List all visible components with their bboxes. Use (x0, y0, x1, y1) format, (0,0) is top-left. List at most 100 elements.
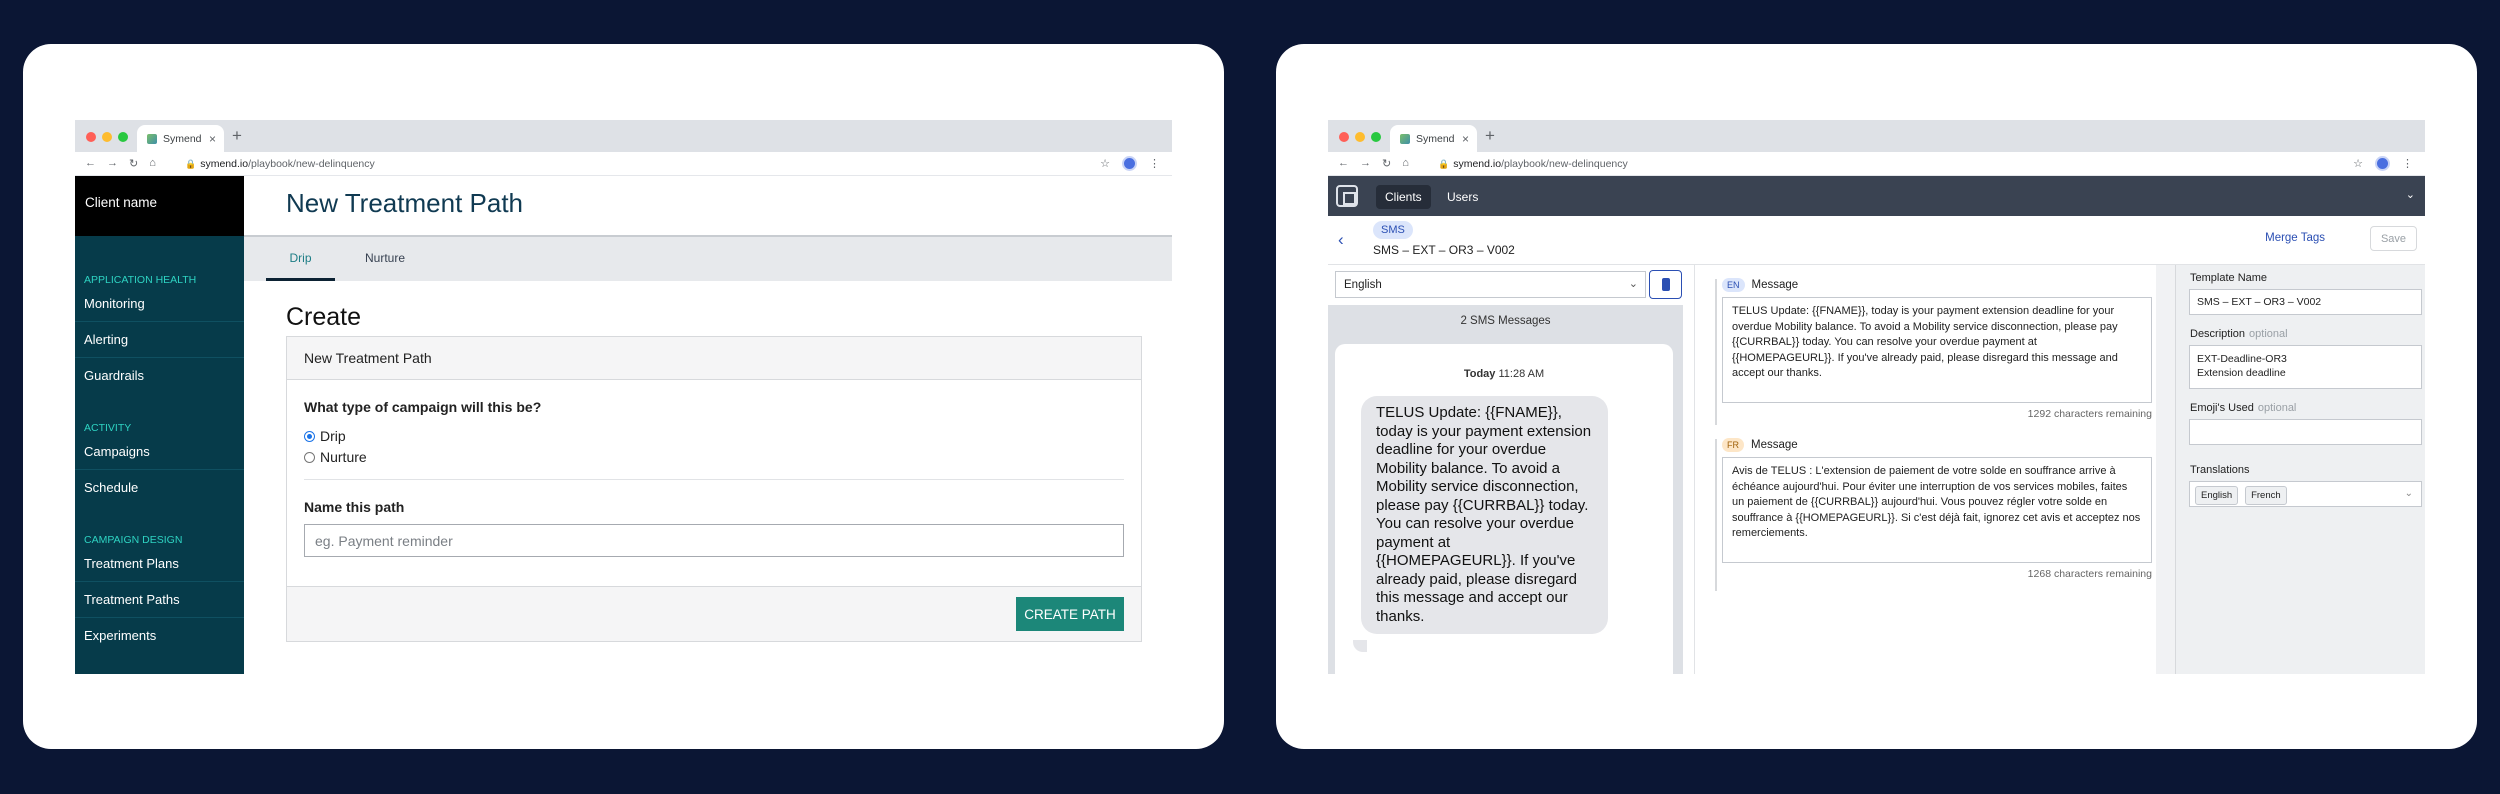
en-message-textarea[interactable]: TELUS Update: {{FNAME}}, today is your p… (1722, 297, 2152, 403)
url-field[interactable]: 🔒 symend.io/playbook/new-delinquency (185, 158, 375, 170)
new-tab-icon[interactable]: + (232, 126, 242, 146)
profile-avatar-icon[interactable] (2375, 156, 2390, 171)
tab-bar: Drip Nurture (244, 235, 1172, 281)
minimize-window-icon[interactable] (1355, 132, 1365, 142)
radio-drip-label: Drip (320, 428, 346, 444)
radio-checked-icon[interactable] (304, 430, 315, 442)
maximize-window-icon[interactable] (118, 132, 128, 142)
close-window-icon[interactable] (1339, 132, 1349, 142)
kebab-menu-icon[interactable]: ⋮ (1149, 157, 1160, 170)
home-icon[interactable]: ⌂ (1402, 157, 1409, 170)
radio-unchecked-icon[interactable] (304, 451, 315, 463)
right-showcase-card: Symend × + ← → ↻ ⌂ 🔒 symend.io/playbook/n… (1276, 44, 2477, 749)
emojis-input[interactable] (2189, 419, 2422, 445)
profile-avatar-icon[interactable] (1122, 156, 1137, 171)
translation-chip-french[interactable]: French (2245, 486, 2287, 505)
treatment-path-app: Client name APPLICATION HEALTH Monitorin… (75, 176, 1172, 674)
phone-screen: Today 11:28 AM TELUS Update: {{FNAME}}, … (1335, 344, 1673, 674)
chevron-down-icon[interactable]: ⌄ (2405, 488, 2413, 499)
fr-message-label: FR Message (1722, 438, 2152, 452)
maximize-window-icon[interactable] (1371, 132, 1381, 142)
en-message-label: EN Message (1722, 278, 2152, 292)
client-name[interactable]: Client name (75, 176, 244, 236)
fr-message-textarea[interactable]: Avis de TELUS : L'extension de paiement … (1722, 457, 2152, 563)
close-window-icon[interactable] (86, 132, 96, 142)
browser-tabstrip: Symend × + (75, 120, 1172, 152)
campaign-type-question: What type of campaign will this be? (304, 399, 542, 415)
sidebar-section-application-health: APPLICATION HEALTH (84, 274, 197, 286)
radio-nurture[interactable]: Nurture (304, 449, 367, 465)
bookmark-star-icon[interactable]: ☆ (1100, 157, 1110, 170)
language-select[interactable]: English ⌄ (1335, 271, 1646, 298)
tab-drip[interactable]: Drip (266, 237, 335, 281)
translations-select[interactable]: English French ⌄ (2189, 481, 2422, 507)
minimize-window-icon[interactable] (102, 132, 112, 142)
radio-drip[interactable]: Drip (304, 428, 346, 444)
back-arrow-icon[interactable]: ← (85, 157, 96, 170)
reload-icon[interactable]: ↻ (129, 157, 138, 170)
en-chars-remaining: 1292 characters remaining (2027, 408, 2152, 420)
sidebar-item-schedule[interactable]: Schedule (75, 470, 244, 505)
close-tab-icon[interactable]: × (1462, 132, 1469, 146)
window-controls[interactable] (1339, 132, 1381, 142)
save-button[interactable]: Save (2370, 226, 2417, 251)
sidebar-section-campaign-design: CAMPAIGN DESIGN (84, 534, 183, 546)
reload-icon[interactable]: ↻ (1382, 157, 1391, 170)
browser-tab[interactable]: Symend × (1390, 125, 1477, 152)
bookmark-star-icon[interactable]: ☆ (2353, 157, 2363, 170)
path-name-input[interactable]: eg. Payment reminder (304, 524, 1124, 557)
create-form-panel: New Treatment Path What type of campaign… (286, 336, 1142, 642)
nav-clients[interactable]: Clients (1376, 185, 1431, 209)
sidebar-item-treatment-paths[interactable]: Treatment Paths (75, 582, 244, 618)
sidebar-item-treatment-plans[interactable]: Treatment Plans (75, 546, 244, 582)
kebab-menu-icon[interactable]: ⋮ (2402, 157, 2413, 170)
top-nav: Clients Users ⌄ (1328, 176, 2425, 216)
tab-nurture[interactable]: Nurture (365, 237, 405, 281)
close-tab-icon[interactable]: × (209, 132, 216, 146)
channel-pill: SMS (1373, 221, 1413, 239)
translation-chip-english[interactable]: English (2195, 486, 2239, 505)
url-field[interactable]: 🔒 symend.io/playbook/new-delinquency (1438, 158, 1628, 170)
sidebar-item-alerting[interactable]: Alerting (75, 322, 244, 358)
sms-template-editor: Clients Users ⌄ ‹ SMS SMS – EXT – OR3 – … (1328, 176, 2425, 674)
tab-title: Symend (1416, 132, 1455, 145)
description-line-1: EXT-Deadline-OR3 (2197, 353, 2287, 365)
new-tab-icon[interactable]: + (1485, 126, 1495, 146)
en-label-text: Message (1751, 279, 1799, 291)
forward-arrow-icon[interactable]: → (1360, 157, 1371, 170)
url-path: /playbook/new-delinquency (248, 157, 375, 170)
en-message-block: EN Message TELUS Update: {{FNAME}}, toda… (1722, 278, 2152, 420)
forward-arrow-icon[interactable]: → (107, 157, 118, 170)
lock-icon: 🔒 (1438, 158, 1450, 169)
address-bar: ← → ↻ ⌂ 🔒 symend.io/playbook/new-delinque… (1328, 152, 2425, 176)
en-badge: EN (1722, 278, 1745, 292)
home-icon[interactable]: ⌂ (149, 157, 156, 170)
fr-guide-line (1715, 439, 1717, 591)
chevron-down-icon[interactable]: ⌄ (2406, 188, 2415, 201)
create-path-button[interactable]: CREATE PATH (1016, 597, 1124, 631)
browser-nav: ← → ↻ ⌂ (85, 157, 185, 170)
app-logo-icon[interactable] (1336, 185, 1358, 207)
back-chevron-icon[interactable]: ‹ (1338, 230, 1344, 250)
back-arrow-icon[interactable]: ← (1338, 157, 1349, 170)
template-title: SMS – EXT – OR3 – V002 (1373, 243, 1515, 257)
template-header: ‹ SMS SMS – EXT – OR3 – V002 Merge Tags … (1328, 216, 2425, 265)
nav-users[interactable]: Users (1438, 185, 1487, 209)
lock-icon: 🔒 (185, 158, 197, 169)
sidebar-item-experiments[interactable]: Experiments (75, 618, 244, 653)
divider (304, 479, 1124, 480)
merge-tags-link[interactable]: Merge Tags (2265, 232, 2325, 244)
sidebar-item-campaigns[interactable]: Campaigns (75, 434, 244, 470)
sidebar-item-guardrails[interactable]: Guardrails (75, 358, 244, 393)
emojis-label-text: Emoji's Used (2190, 402, 2254, 414)
window-controls[interactable] (86, 132, 128, 142)
language-value: English (1344, 279, 1382, 291)
optional-hint: optional (2257, 402, 2297, 414)
sidebar-item-monitoring[interactable]: Monitoring (75, 286, 244, 322)
template-name-input[interactable]: SMS – EXT – OR3 – V002 (2189, 289, 2422, 315)
description-textarea[interactable]: EXT-Deadline-OR3 Extension deadline (2189, 345, 2422, 389)
sms-count: 2 SMS Messages (1460, 315, 1551, 327)
phone-preview-toggle-icon[interactable] (1649, 270, 1682, 299)
optional-hint: optional (2249, 328, 2288, 340)
browser-tab[interactable]: Symend × (137, 125, 224, 152)
